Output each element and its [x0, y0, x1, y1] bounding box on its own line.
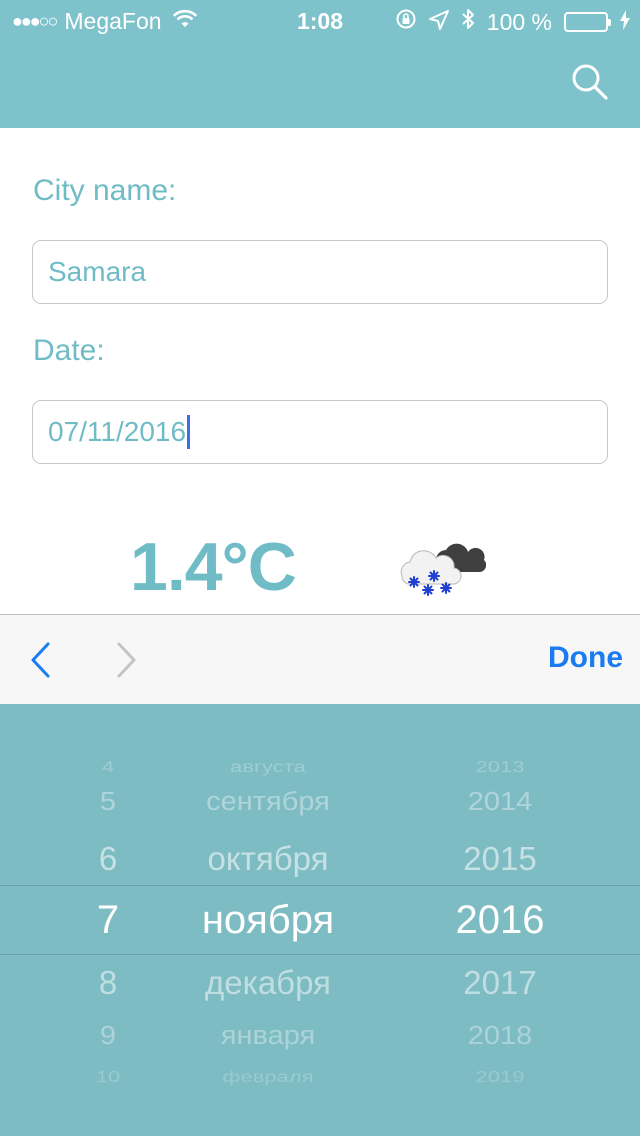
bluetooth-icon: [461, 8, 475, 36]
city-name-label: City name:: [33, 174, 177, 207]
chevron-right-icon: [117, 642, 136, 678]
month-wheel[interactable]: августа сентября октября ноября декабря январ…: [158, 704, 378, 1136]
day-option[interactable]: 6: [48, 840, 168, 878]
month-option[interactable]: августа: [158, 758, 378, 776]
city-name-input[interactable]: Samara: [32, 240, 608, 304]
battery-icon: [564, 12, 611, 32]
day-option[interactable]: 5: [48, 788, 168, 818]
text-cursor: [187, 414, 191, 449]
year-option[interactable]: 2019: [390, 1068, 610, 1086]
month-option[interactable]: сентября: [158, 788, 378, 818]
snow-cloud-icon: [396, 536, 487, 598]
battery-percent: 100 %: [486, 8, 552, 35]
year-selected[interactable]: 2016: [390, 898, 610, 943]
day-option[interactable]: 8: [48, 964, 168, 1002]
year-option[interactable]: 2014: [390, 788, 610, 818]
day-option[interactable]: 4: [48, 758, 168, 776]
date-value: 07/11/2016: [48, 416, 187, 447]
temperature-value: 1.4°C: [130, 529, 297, 605]
city-name-value: Samara: [48, 256, 147, 287]
month-option[interactable]: декабря: [158, 964, 378, 1002]
month-option[interactable]: января: [158, 1022, 378, 1052]
search-button[interactable]: [570, 62, 610, 102]
search-icon: [572, 64, 608, 100]
month-option[interactable]: октября: [158, 840, 378, 878]
year-option[interactable]: 2015: [390, 840, 610, 878]
previous-field-button[interactable]: [28, 641, 56, 679]
date-picker[interactable]: 4 5 6 7 8 9 10 августа сентября октября ноября дек…: [0, 704, 640, 1136]
charging-icon: [620, 9, 630, 36]
month-option[interactable]: февраля: [158, 1068, 378, 1086]
day-option[interactable]: 10: [48, 1068, 168, 1086]
input-accessory-toolbar: Done: [0, 614, 640, 704]
day-wheel[interactable]: 4 5 6 7 8 9 10: [48, 704, 168, 1136]
day-option[interactable]: 9: [48, 1022, 168, 1052]
chevron-left-icon: [31, 642, 50, 678]
date-input[interactable]: 07/11/2016: [32, 400, 608, 464]
done-button[interactable]: Done: [548, 641, 623, 675]
navigation-bar: ●●●○○ MegaFon 1:08 100 %: [0, 0, 640, 128]
month-selected[interactable]: ноября: [158, 898, 378, 943]
date-label: Date:: [33, 334, 105, 367]
location-icon: [428, 9, 449, 36]
orientation-lock-icon: [395, 8, 417, 36]
status-bar: ●●●○○ MegaFon 1:08 100 %: [0, 0, 640, 40]
year-option[interactable]: 2017: [390, 964, 610, 1002]
year-wheel[interactable]: 2013 2014 2015 2016 2017 2018 2019: [390, 704, 610, 1136]
next-field-button[interactable]: [112, 641, 140, 679]
day-selected[interactable]: 7: [48, 898, 168, 943]
year-option[interactable]: 2018: [390, 1022, 610, 1052]
year-option[interactable]: 2013: [390, 758, 610, 776]
